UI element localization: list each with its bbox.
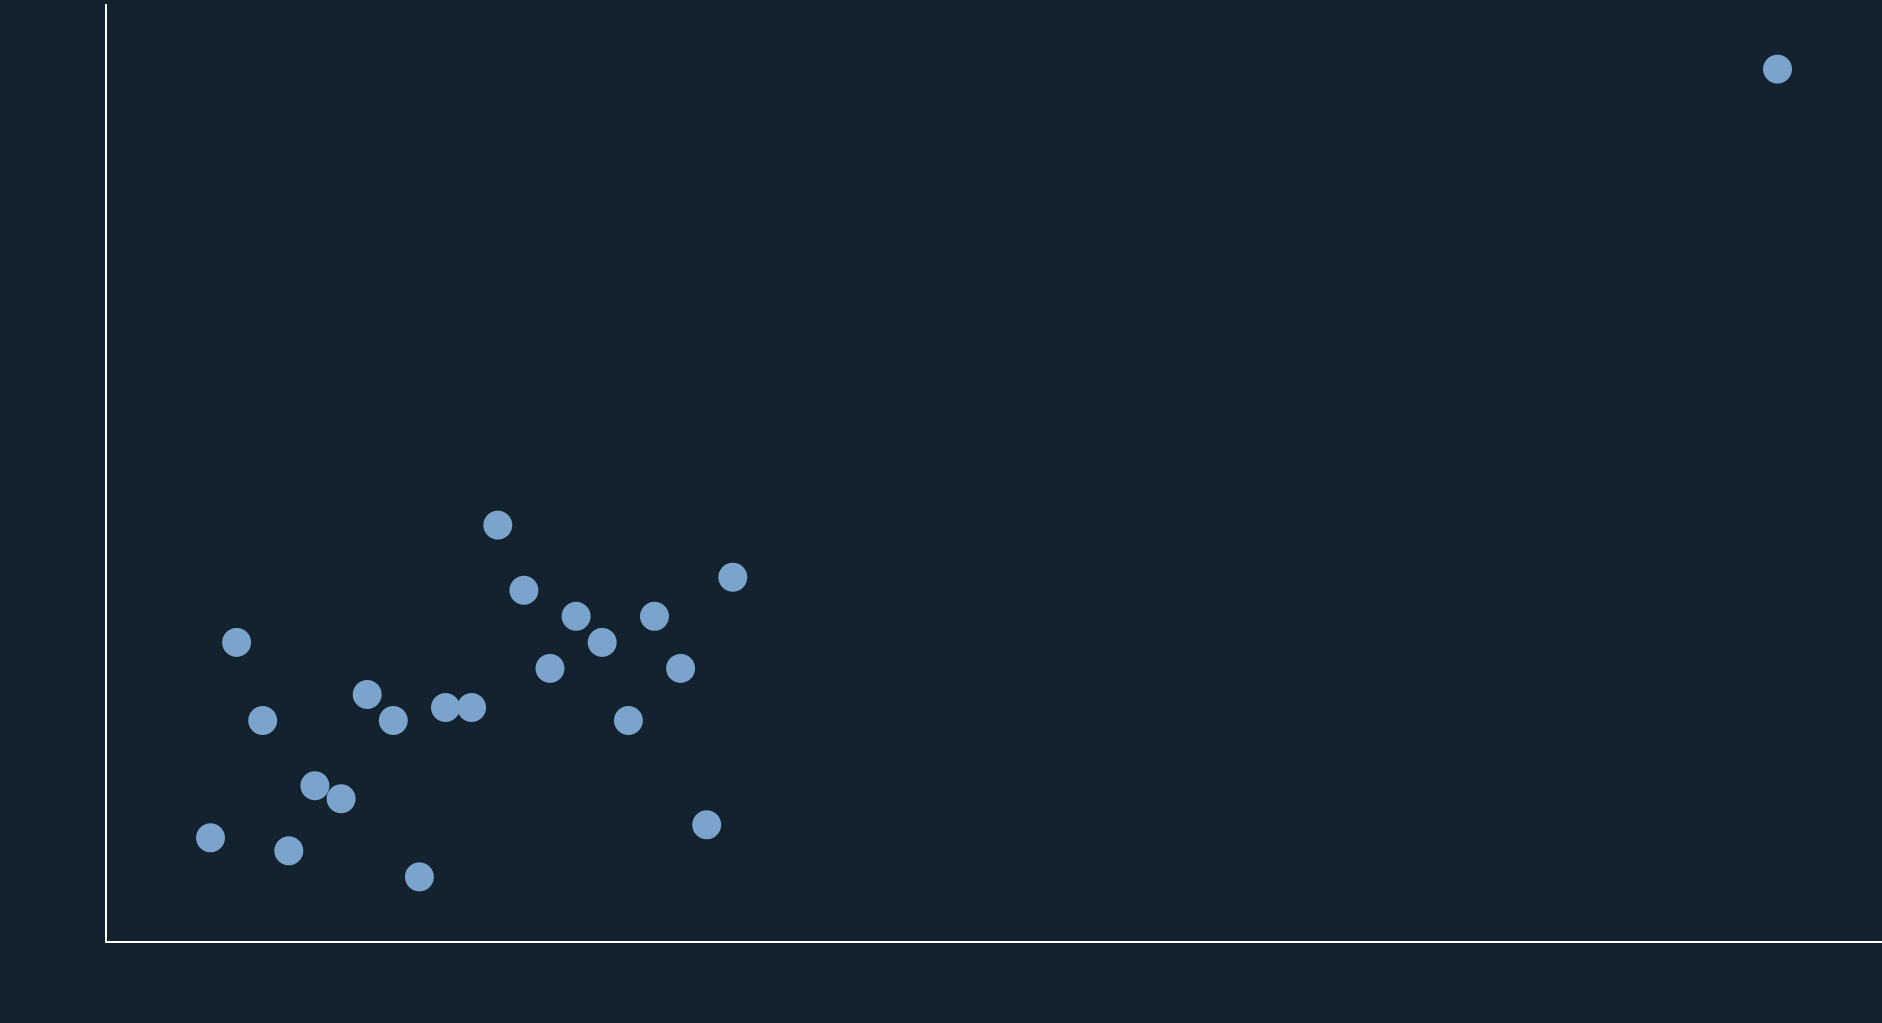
scatter-point [352,680,382,709]
scatter-point [535,653,565,683]
scatter-point [300,771,330,801]
scatter-point [509,575,539,605]
scatter-point [613,706,643,735]
scatter-point [640,601,669,631]
scatter-point [431,693,460,722]
scatter-point [483,510,513,540]
scatter-point [274,836,304,866]
scatter-point [404,862,434,892]
scatter-point [457,693,487,722]
scatter-point [718,562,748,592]
plot-points [196,54,1792,892]
scatter-point [248,706,278,735]
scatter-point [561,601,591,631]
scatter-point [692,810,722,840]
scatter-chart [105,4,1882,943]
scatter-point [378,706,408,735]
scatter-point [222,627,252,657]
scatter-point [326,784,356,814]
scatter-point [196,823,225,853]
scatter-point [587,627,617,657]
scatter-point [1763,54,1792,84]
scatter-point [666,653,696,683]
